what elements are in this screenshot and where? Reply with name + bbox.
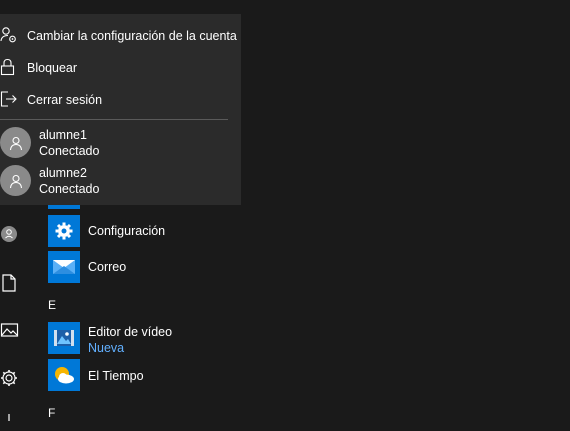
user-name: alumne2 (39, 166, 87, 180)
section-header-e[interactable]: E (48, 298, 56, 312)
documents-icon[interactable] (0, 273, 20, 293)
gear-icon (48, 215, 80, 247)
menu-separator (0, 119, 228, 120)
app-item-correo[interactable]: Correo (48, 251, 126, 283)
partial-app-tile (48, 205, 80, 209)
avatar (0, 165, 31, 196)
app-item-configuracion[interactable]: Configuración (48, 215, 165, 247)
sign-out-icon (0, 90, 18, 108)
app-name: Configuración (88, 224, 166, 238)
section-header-f[interactable]: F (48, 406, 55, 420)
power-icon[interactable] (0, 411, 20, 431)
user-item-alumne1[interactable]: alumne1 Conectado (0, 127, 241, 161)
user-name: alumne1 (39, 128, 87, 142)
person-icon (9, 174, 22, 188)
lock-item[interactable]: Bloquear (0, 54, 241, 82)
app-item-el-tiempo[interactable]: El Tiempo (48, 359, 144, 391)
menu-item-label: Bloquear (27, 61, 78, 75)
change-account-settings-item[interactable]: Cambiar la configuración de la cuenta (0, 22, 241, 50)
app-name: El Tiempo (88, 369, 144, 383)
person-icon (9, 136, 22, 150)
user-item-alumne2[interactable]: alumne2 Conectado (0, 165, 241, 199)
menu-item-label: Cambiar la configuración de la cuenta (27, 29, 237, 43)
new-app-label: Nueva (88, 341, 125, 355)
sign-out-item[interactable]: Cerrar sesión (0, 86, 241, 114)
weather-icon (48, 359, 80, 391)
user-settings-icon (0, 26, 18, 44)
app-item-editor-de-video[interactable]: Editor de vídeo Nueva (48, 322, 172, 355)
account-menu: Cambiar la configuración de la cuenta Bl… (0, 14, 241, 205)
lock-icon (0, 58, 18, 76)
user-avatar-icon[interactable] (0, 224, 20, 244)
pictures-icon[interactable] (0, 320, 20, 340)
menu-item-label: Cerrar sesión (27, 93, 103, 107)
avatar (0, 127, 31, 158)
mail-icon (48, 251, 80, 283)
settings-gear-icon[interactable] (0, 368, 20, 388)
app-name: Correo (88, 260, 127, 274)
video-editor-icon (48, 322, 80, 354)
app-name: Editor de vídeo (88, 325, 173, 339)
user-status: Conectado (39, 182, 100, 196)
user-status: Conectado (39, 144, 100, 158)
